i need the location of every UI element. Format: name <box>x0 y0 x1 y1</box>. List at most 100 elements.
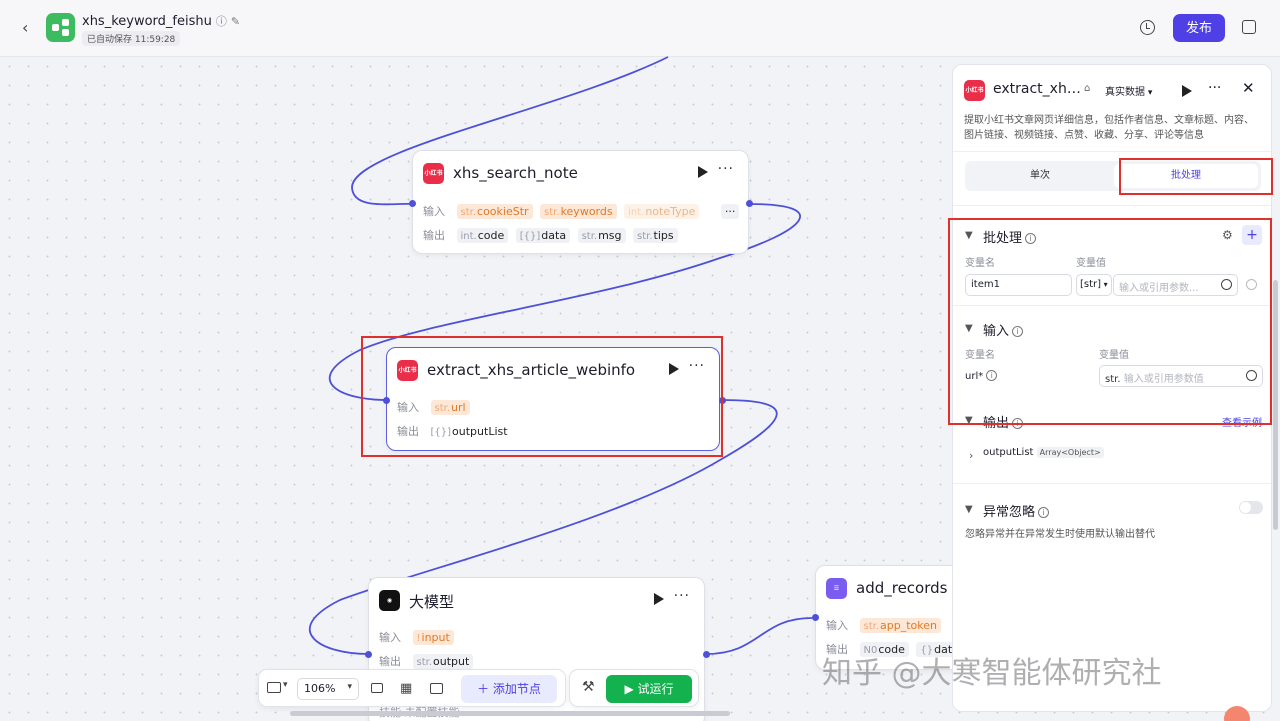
node-xhs-search-note[interactable]: 小红书 xhs_search_note ··· 输入 str.cookieStr… <box>412 150 749 254</box>
type-prefix: str. <box>460 207 477 218</box>
divider <box>953 151 1271 152</box>
node-title: xhs_search_note <box>453 164 578 182</box>
input-port[interactable] <box>409 200 416 207</box>
node-header: 小红书 xhs_search_note ··· <box>423 161 738 185</box>
param-name: msg <box>598 229 622 242</box>
tab-single[interactable]: 单次 <box>968 164 1112 188</box>
node-header: ☰ add_records <box>826 578 954 600</box>
table-logo-icon: ☰ <box>826 578 847 599</box>
more-icon[interactable]: ··· <box>674 588 690 604</box>
output-tag: [{}]data <box>515 228 571 243</box>
canvas-toolbar: ▾ 106% ▾ ▦ ＋ 添加节点 <box>258 669 566 707</box>
param-name: app_token <box>880 619 937 632</box>
type-prefix: str. <box>544 207 560 218</box>
highlight-box-node <box>361 336 723 457</box>
divider <box>953 483 1271 484</box>
param-name: input <box>421 631 450 644</box>
output-item-name: outputList <box>983 447 1034 458</box>
output-tag: str.tips <box>633 228 678 243</box>
type-prefix: [{}] <box>519 231 541 242</box>
data-mode-value: 真实数据 <box>1105 87 1145 98</box>
output-tag: int.code <box>456 228 509 243</box>
panel-scrollbar[interactable] <box>1273 280 1278 530</box>
xiaohongshu-logo-icon: 小红书 <box>423 163 444 184</box>
run-node-icon[interactable] <box>698 166 708 178</box>
info-icon[interactable]: i <box>1038 507 1050 518</box>
chevron-down-icon: ▾ <box>1145 88 1153 98</box>
input-port[interactable] <box>365 651 372 658</box>
output-label: 输出 <box>423 229 445 242</box>
type-prefix: int. <box>460 231 477 242</box>
panel-description: 提取小红书文章网页详细信息，包括作者信息、文章标题、内容、图片链接、视频链接、点… <box>964 115 1254 141</box>
output-port[interactable] <box>746 200 753 207</box>
param-name: code <box>477 229 505 242</box>
node-output-row: 输出 int.code [{}]data str.msg str.tips <box>423 227 682 245</box>
type-prefix: int. <box>628 207 645 218</box>
bot-icon: ⌂ <box>1084 83 1091 94</box>
run-node-icon[interactable] <box>654 593 664 605</box>
input-tag: !input <box>412 630 454 645</box>
divider <box>953 205 1271 206</box>
data-mode-select[interactable]: 真实数据 ▾ <box>1105 83 1152 98</box>
output-item: outputList Array<Object> <box>983 447 1104 458</box>
type-prefix: str. <box>416 657 433 668</box>
llm-logo-icon: ◉ <box>379 590 400 611</box>
close-icon[interactable]: ✕ <box>1242 79 1255 97</box>
chevron-down-icon[interactable]: ▼ <box>965 504 973 515</box>
exception-description: 忽略异常并在异常发生时使用默认输出替代 <box>965 529 1155 540</box>
add-node-button[interactable]: ＋ 添加节点 <box>461 675 557 703</box>
param-name: output <box>433 655 470 668</box>
param-name: data <box>541 229 567 242</box>
more-icon[interactable]: ··· <box>718 161 734 177</box>
zoom-select[interactable]: 106% ▾ <box>297 678 359 700</box>
zoom-value: 106% <box>304 682 336 695</box>
output-item-type: Array<Object> <box>1036 447 1104 458</box>
play-icon: ▶ <box>624 682 638 696</box>
add-node-label: 添加节点 <box>492 682 541 696</box>
output-tag: str.msg <box>577 228 626 243</box>
param-name: tips <box>653 229 674 242</box>
input-label: 输入 <box>379 631 401 644</box>
input-tag: int.noteType <box>624 204 700 219</box>
highlight-box-batch-tab <box>1119 158 1273 195</box>
comment-icon[interactable] <box>371 683 383 693</box>
output-tag: str.output <box>412 654 474 669</box>
grid-icon[interactable]: ▦ <box>400 681 412 696</box>
panel-title: extract_xh… <box>993 81 1081 97</box>
run-node-icon[interactable] <box>1182 85 1192 97</box>
try-run-label: 试运行 <box>637 682 674 696</box>
wrench-icon[interactable]: ⚒ <box>582 679 595 695</box>
node-header: ◉ 大模型 ··· <box>379 588 694 612</box>
input-label: 输入 <box>423 205 445 218</box>
chevron-down-icon: ▾ <box>347 682 352 692</box>
input-tag: str.keywords <box>540 204 617 219</box>
watermark: 知乎 @大寒智能体研究社 <box>822 656 1162 691</box>
highlight-box-batch-section <box>948 218 1272 425</box>
type-prefix: str. <box>581 231 598 242</box>
output-label: 输出 <box>379 655 401 668</box>
node-input-row: 输入 !input <box>379 629 458 647</box>
try-run-button[interactable]: ▶ 试运行 <box>606 675 692 703</box>
exception-ignore-toggle[interactable] <box>1239 501 1263 514</box>
minimap-icon[interactable] <box>267 682 281 693</box>
input-label: 输入 <box>826 619 848 632</box>
chevron-right-icon[interactable]: › <box>969 449 973 462</box>
horizontal-scrollbar[interactable] <box>290 711 730 716</box>
input-port[interactable] <box>812 614 819 621</box>
chevron-down-icon[interactable]: ▾ <box>283 680 288 690</box>
output-port[interactable] <box>703 651 710 658</box>
param-name: keywords <box>560 205 613 218</box>
more-icon[interactable]: ··· <box>1208 80 1221 96</box>
node-title: add_records <box>856 579 948 597</box>
input-tag: str.cookieStr <box>456 204 533 219</box>
more-inputs-icon[interactable]: ··· <box>720 204 740 219</box>
warning-icon: ! <box>416 633 421 644</box>
param-name: noteType <box>645 205 696 218</box>
type-prefix: str. <box>863 621 880 632</box>
node-input-row: 输入 str.app_token <box>826 617 945 635</box>
type-prefix: str. <box>637 231 653 242</box>
plus-icon: ＋ <box>477 682 493 696</box>
exception-title: 异常忽略 <box>983 505 1036 520</box>
image-icon[interactable] <box>430 683 443 694</box>
wire-llm-to-records <box>705 617 813 655</box>
